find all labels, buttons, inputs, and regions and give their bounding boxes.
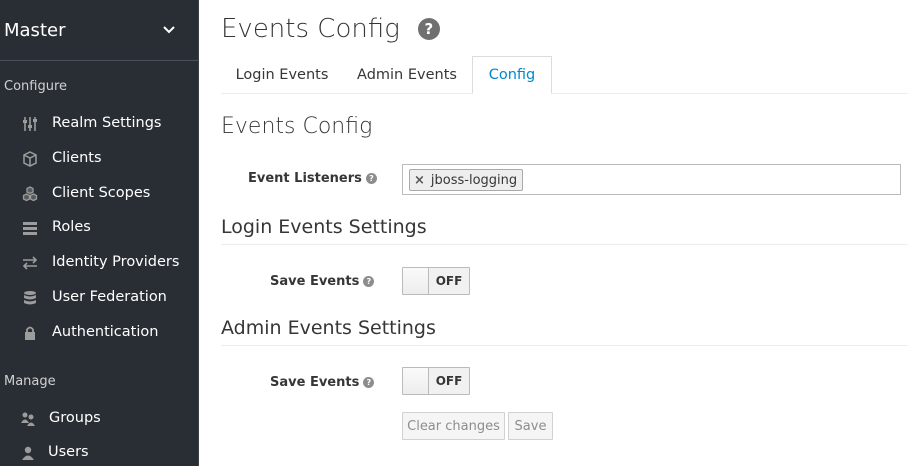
realm-selector[interactable]: Master bbox=[0, 0, 198, 61]
question-circle-icon[interactable]: ? bbox=[363, 276, 375, 287]
sidebar-item-realm-settings[interactable]: Realm Settings bbox=[0, 108, 198, 140]
list-icon bbox=[23, 222, 37, 235]
admin-save-events-label: Save Events ? bbox=[270, 375, 375, 390]
sidebar-item-users[interactable]: Users bbox=[0, 437, 198, 466]
section-title: Events Config bbox=[221, 114, 373, 139]
realm-name: Master bbox=[4, 19, 66, 41]
sidebar-item-label: Identity Providers bbox=[52, 254, 180, 270]
question-circle-icon[interactable]: ? bbox=[365, 173, 377, 184]
question-circle-icon[interactable]: ? bbox=[363, 377, 375, 388]
sidebar-item-label: Realm Settings bbox=[52, 115, 162, 131]
toggle-state: OFF bbox=[429, 268, 469, 294]
sidebar-item-authentication[interactable]: Authentication bbox=[0, 317, 198, 349]
database-icon bbox=[24, 291, 36, 305]
help-icon[interactable]: ? bbox=[417, 18, 440, 40]
event-listener-chip: × jboss-logging bbox=[409, 169, 524, 191]
tab-label: Admin Events bbox=[357, 67, 457, 83]
sidebar: Master Configure Realm Settings Clients … bbox=[0, 0, 199, 466]
toggle-knob bbox=[403, 268, 429, 294]
cubes-icon bbox=[22, 186, 38, 202]
page-title-text: Events Config bbox=[221, 14, 400, 44]
main-content: Events Config ? Login Events Admin Event… bbox=[199, 0, 908, 466]
chip-label: jboss-logging bbox=[430, 172, 518, 188]
sidebar-item-clients[interactable]: Clients bbox=[0, 143, 198, 175]
login-events-settings-title: Login Events Settings bbox=[221, 216, 908, 245]
sidebar-item-label: User Federation bbox=[52, 289, 167, 305]
cube-icon bbox=[23, 151, 37, 167]
sidebar-item-label: Users bbox=[48, 444, 89, 460]
users-icon bbox=[21, 412, 35, 426]
sidebar-item-client-scopes[interactable]: Client Scopes bbox=[0, 178, 198, 210]
tab-config[interactable]: Config bbox=[472, 56, 552, 94]
sidebar-item-label: Roles bbox=[52, 219, 91, 235]
tab-admin-events[interactable]: Admin Events bbox=[343, 56, 471, 94]
sliders-icon bbox=[23, 117, 37, 131]
field-label-text: Save Events bbox=[270, 375, 360, 390]
sidebar-item-label: Groups bbox=[49, 410, 101, 426]
page-title: Events Config ? bbox=[221, 14, 440, 44]
user-icon bbox=[22, 446, 34, 460]
configure-section-label: Configure bbox=[4, 79, 68, 94]
admin-events-settings-title: Admin Events Settings bbox=[221, 317, 908, 346]
tab-label: Login Events bbox=[235, 67, 329, 83]
toggle-state: OFF bbox=[429, 368, 469, 394]
sidebar-item-label: Authentication bbox=[52, 324, 159, 340]
login-save-events-toggle[interactable]: OFF bbox=[402, 267, 470, 295]
sidebar-item-label: Client Scopes bbox=[52, 185, 151, 201]
login-save-events-label: Save Events ? bbox=[270, 274, 375, 289]
admin-save-events-toggle[interactable]: OFF bbox=[402, 367, 470, 395]
tab-bar: Login Events Admin Events Config bbox=[221, 56, 908, 94]
field-label-text: Save Events bbox=[270, 274, 360, 289]
lock-icon bbox=[25, 326, 35, 340]
remove-icon[interactable]: × bbox=[414, 173, 425, 188]
manage-section-label: Manage bbox=[4, 374, 56, 389]
field-label-text: Event Listeners bbox=[248, 171, 362, 186]
event-listeners-label: Event Listeners ? bbox=[248, 171, 377, 186]
toggle-knob bbox=[403, 368, 429, 394]
exchange-icon bbox=[22, 256, 38, 270]
save-button[interactable]: Save bbox=[508, 412, 553, 440]
event-listeners-select[interactable]: × jboss-logging bbox=[402, 164, 901, 195]
sidebar-item-user-federation[interactable]: User Federation bbox=[0, 282, 198, 314]
tab-login-events[interactable]: Login Events bbox=[221, 56, 343, 94]
sidebar-item-roles[interactable]: Roles bbox=[0, 212, 198, 244]
sidebar-item-groups[interactable]: Groups bbox=[0, 403, 198, 435]
sidebar-item-identity-providers[interactable]: Identity Providers bbox=[0, 247, 198, 279]
sidebar-item-label: Clients bbox=[52, 150, 102, 166]
chevron-down-icon bbox=[163, 26, 175, 34]
clear-changes-button[interactable]: Clear changes bbox=[402, 412, 505, 440]
tab-label: Config bbox=[488, 67, 536, 83]
